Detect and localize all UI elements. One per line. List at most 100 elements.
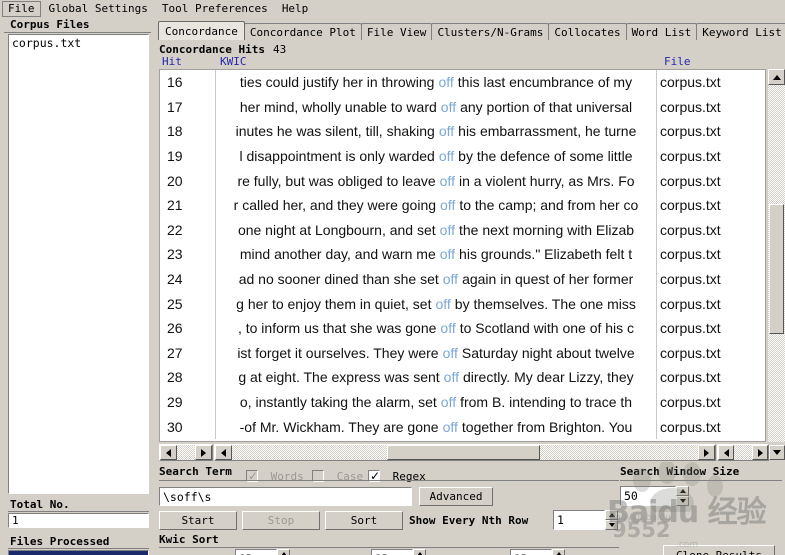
horizontal-scroll-thumb[interactable] — [387, 445, 540, 460]
table-row[interactable]: 20 re fully, but was obliged to leave off i… — [160, 168, 765, 193]
vertical-scroll-thumb[interactable] — [769, 204, 784, 334]
kwic-horizontal-scrollbar[interactable] — [214, 444, 716, 461]
advanced-button[interactable]: Advanced — [419, 487, 493, 506]
search-window-size-stepper[interactable] — [676, 486, 689, 506]
menu-item-tool-preferences[interactable]: Tool Preferences — [156, 1, 274, 17]
level-1-value-input[interactable]: 1R — [235, 549, 277, 555]
menu-bar: File Global Settings Tool Preferences He… — [0, 0, 785, 17]
tab-file-view[interactable]: File View — [360, 23, 433, 40]
table-row[interactable]: 25 g her to enjoy them in quiet, set off by… — [160, 291, 765, 316]
kwic-scroll-right-button[interactable] — [698, 445, 715, 460]
kwic-right-context: again in quest of her former — [462, 271, 634, 288]
table-row[interactable]: 18 inutes he was silent, till, shaking off… — [160, 119, 765, 144]
kwic-right-context: by themselves. The one miss — [454, 295, 636, 312]
tab-word-list[interactable]: Word List — [625, 23, 698, 40]
table-row[interactable]: 27 ist forget it ourselves. They were off S… — [160, 340, 765, 366]
spinner-up-button[interactable] — [552, 549, 565, 555]
menu-item-file[interactable]: File — [2, 0, 41, 17]
scroll-down-button[interactable] — [769, 445, 785, 460]
table-row[interactable]: 22 one night at Longbourn, and set off the … — [160, 217, 765, 243]
menu-item-help[interactable]: Help — [276, 1, 315, 17]
table-row[interactable]: 29 o, instantly taking the alarm, set off f… — [160, 389, 765, 415]
search-term-input[interactable]: \soff\s — [159, 487, 412, 506]
spinner-up-button[interactable] — [277, 549, 290, 555]
spinner-down-button[interactable] — [605, 520, 618, 530]
table-row[interactable]: 17 her mind, wholly unable to ward off any … — [160, 94, 765, 120]
list-item[interactable]: corpus.txt — [9, 35, 148, 50]
file-scroll-left-button[interactable] — [718, 445, 734, 460]
kwic-level-1-checkbox[interactable]: ✓ Level 1 — [161, 551, 233, 555]
table-row[interactable]: 28 g at eight. The express was sent off dir… — [160, 365, 765, 390]
sort-button[interactable]: Sort — [325, 511, 403, 530]
tab-collocates[interactable]: Collocates — [548, 23, 627, 40]
column-header-file[interactable]: File — [664, 55, 691, 68]
cell-file: corpus.txt — [660, 418, 721, 435]
cell-file: corpus.txt — [660, 172, 721, 189]
cell-hit: 21 — [160, 192, 216, 218]
kwic-right-context: his embarrassment, he turne — [458, 123, 637, 140]
hit-column-scrollbar[interactable] — [159, 444, 213, 461]
level-2-stepper[interactable] — [413, 549, 426, 555]
table-vertical-scrollbar[interactable] — [768, 69, 785, 442]
kwic-left-context: g at eight. The express was sent — [238, 369, 440, 386]
nth-row-stepper[interactable] — [605, 510, 618, 530]
kwic-node-word: off — [435, 295, 451, 312]
clone-results-button[interactable]: Clone Results — [663, 545, 775, 555]
level-3-value-input[interactable]: 3R — [510, 549, 552, 555]
anticonc-window: File Global Settings Tool Preferences He… — [0, 0, 785, 555]
case-checkbox[interactable]: Case — [312, 465, 363, 484]
kwic-node-word: off — [439, 172, 455, 189]
table-row[interactable]: 26, to inform us that she was gone off to … — [160, 315, 765, 341]
corpus-files-title: Corpus Files — [4, 17, 151, 33]
words-checkbox[interactable]: ✓ Words — [246, 465, 304, 484]
level-3-stepper[interactable] — [552, 549, 565, 555]
tab-keyword-list[interactable]: Keyword List — [696, 23, 785, 40]
hit-scroll-right-button[interactable] — [195, 445, 212, 460]
spinner-down-button[interactable] — [676, 496, 689, 506]
nth-row-input[interactable]: 1 — [553, 510, 605, 530]
search-window-size-input[interactable]: 50 — [620, 486, 676, 506]
table-row[interactable]: 30 -of Mr. Wickham. They are gone off toget… — [160, 414, 765, 439]
regex-checkbox[interactable]: ✓ Regex — [368, 465, 426, 484]
file-scroll-right-button[interactable] — [752, 445, 768, 460]
concordance-table[interactable]: 16 ties could justify her in throwing off t… — [159, 69, 766, 442]
files-processed-progress — [8, 550, 149, 555]
kwic-right-context: to the camp; and from her co — [459, 197, 639, 214]
level-1-stepper[interactable] — [277, 549, 290, 555]
kwic-node-word: off — [438, 123, 455, 140]
scroll-up-button[interactable] — [768, 69, 785, 85]
menu-item-global-settings[interactable]: Global Settings — [43, 1, 154, 17]
table-row[interactable]: 16 ties could justify her in throwing off t… — [160, 70, 765, 95]
table-row[interactable]: 23 mind another day, and warn me off his gr… — [160, 242, 765, 267]
kwic-right-context: the next morning with Elizab — [458, 221, 635, 238]
stop-button[interactable]: Stop — [242, 511, 320, 530]
kwic-scroll-left-button[interactable] — [215, 445, 232, 460]
tab-concordance-plot[interactable]: Concordance Plot — [243, 23, 362, 40]
table-row[interactable]: 19 l disappointment is only warded off by t… — [160, 143, 765, 169]
spinner-up-button[interactable] — [605, 510, 618, 520]
tab-concordance[interactable]: Concordance — [158, 21, 245, 40]
cell-file: corpus.txt — [660, 271, 721, 288]
file-column-scrollbar[interactable] — [717, 444, 769, 461]
column-header-hit[interactable]: Hit — [162, 55, 182, 68]
spinner-up-button[interactable] — [676, 486, 689, 496]
table-row[interactable]: 21 r called her, and they were going off to… — [160, 192, 765, 218]
kwic-sort-title: Kwic Sort — [159, 533, 219, 546]
total-no-value: 1 — [8, 513, 149, 528]
table-row[interactable]: 24 ad no sooner dined than she set off agai… — [160, 266, 765, 292]
level-2-value-input[interactable]: 2R — [371, 549, 413, 555]
kwic-left-context: o, instantly taking the alarm, set — [239, 394, 437, 411]
kwic-right-context: by the defence of some little — [458, 148, 633, 165]
corpus-file-list[interactable]: corpus.txt — [8, 34, 149, 494]
spinner-up-button[interactable] — [413, 549, 426, 555]
show-every-nth-row-label: Show Every Nth Row — [409, 514, 529, 527]
kwic-right-context: from B. intending to trace th — [460, 394, 633, 411]
column-header-kwic[interactable]: KWIC — [220, 55, 247, 68]
kwic-level-2-checkbox[interactable]: ✓ Level 2 — [297, 551, 369, 555]
tab-clusters-ngrams[interactable]: Clusters/N-Grams — [431, 23, 550, 40]
start-button[interactable]: Start — [159, 511, 237, 530]
cell-file: corpus.txt — [660, 246, 721, 263]
cell-kwic: l disappointment is only warded off by the… — [216, 143, 657, 169]
hit-scroll-left-button[interactable] — [160, 445, 177, 460]
kwic-level-3-checkbox[interactable]: ✓ Level 3 — [433, 551, 511, 555]
